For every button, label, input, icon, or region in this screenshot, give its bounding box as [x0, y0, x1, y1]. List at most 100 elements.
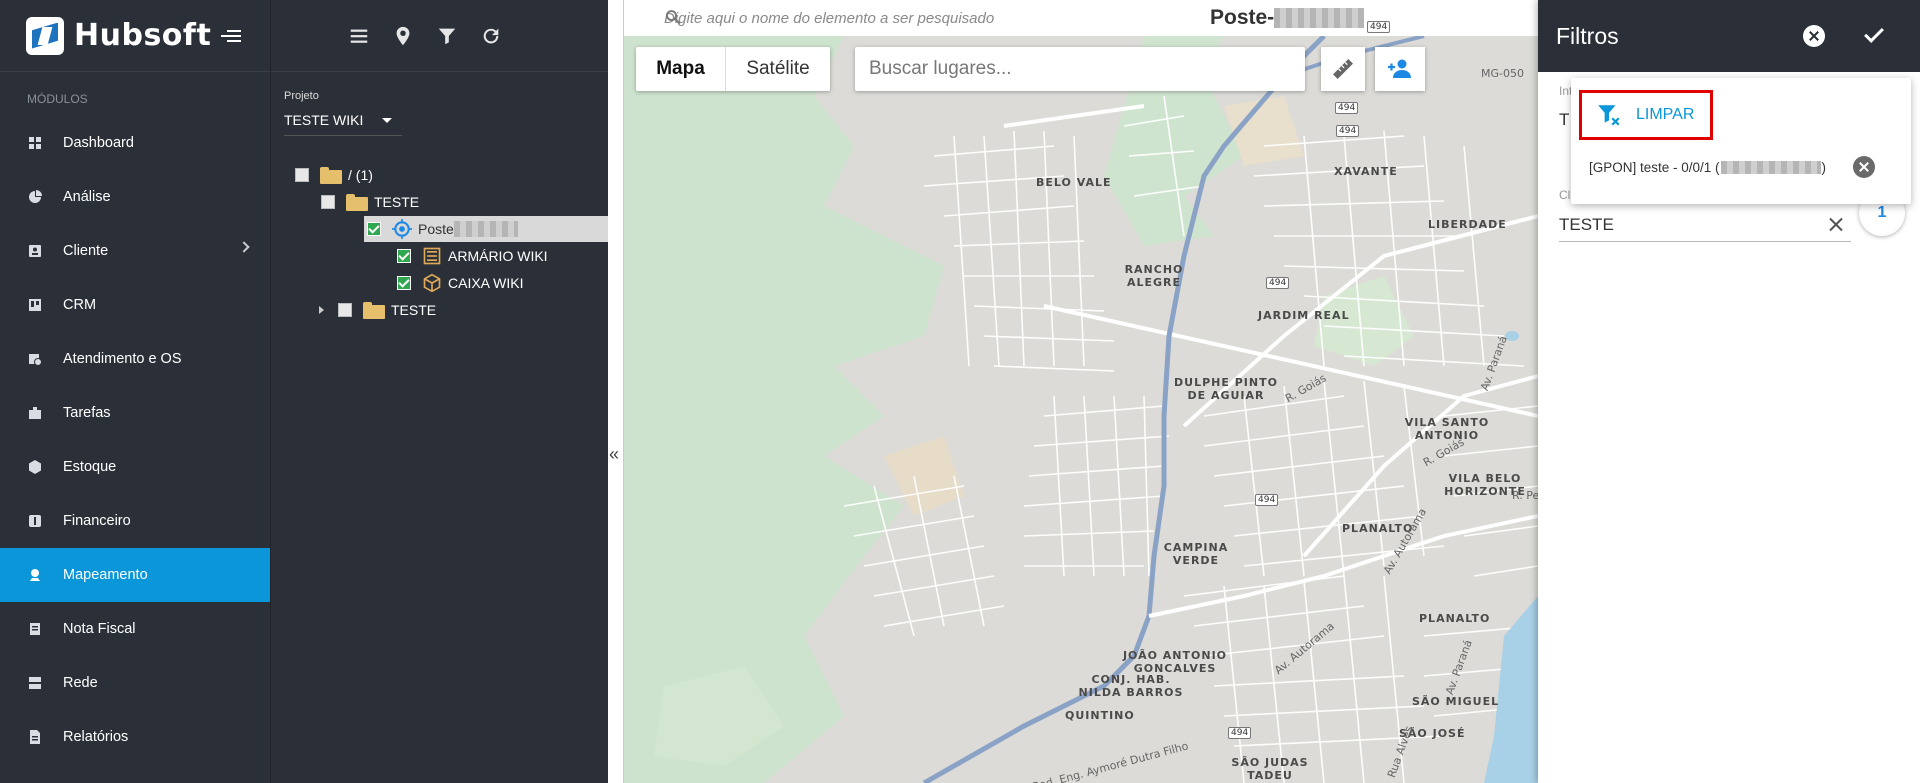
filter-icon[interactable]	[435, 24, 459, 48]
sidebar-item-label: Dashboard	[63, 135, 134, 151]
kanban-board-icon	[28, 298, 42, 312]
map-place-label: VILA SANTO ANTONIO	[1404, 416, 1490, 442]
tree-checkbox[interactable]	[338, 303, 352, 317]
caret-down-icon	[382, 118, 392, 123]
active-filters-popup: LIMPAR [GPON] teste - 0/0/1 ( )	[1571, 78, 1911, 204]
ruler-button[interactable]	[1321, 47, 1365, 91]
map-type-toggle: Mapa Satélite	[636, 47, 830, 91]
folder-icon	[363, 301, 385, 319]
sidebar-item-atendimento-e-os[interactable]: Atendimento e OS	[0, 332, 270, 386]
collapse-tree-icon[interactable]: «	[609, 444, 619, 465]
map-place-label: CAMPINA VERDE	[1163, 541, 1229, 567]
sidebar-item-cliente[interactable]: Cliente	[0, 224, 270, 278]
report-icon	[28, 730, 42, 744]
map-canvas[interactable]	[624, 36, 1538, 783]
map-place-label: SÃO JUDAS TADEU	[1231, 756, 1309, 782]
sidebar-item-tarefas[interactable]: Tarefas	[0, 386, 270, 440]
crosshair-pole-icon	[392, 219, 412, 239]
map-pin-icon	[28, 568, 42, 582]
map-element-search[interactable]: Digite aqui o nome do elemento a ser pes…	[624, 0, 1538, 36]
chevron-right-icon	[238, 241, 250, 253]
tree-node-teste[interactable]: TESTE	[321, 189, 419, 215]
sidebar-item-label: Análise	[63, 189, 111, 205]
folder-icon	[320, 166, 342, 184]
modules-section-label: MÓDULOS	[27, 92, 88, 106]
add-client-button[interactable]	[1375, 47, 1425, 91]
map-marker-icon[interactable]	[391, 24, 415, 48]
tree-node-label: TESTE	[391, 302, 437, 318]
sidebar-item-label: CRM	[63, 297, 97, 313]
sidebar-item-crm[interactable]: CRM	[0, 278, 270, 332]
contact-card-icon	[28, 244, 42, 258]
redacted-text	[1274, 8, 1365, 29]
map-place-label: RANCHO ALEGRE	[1124, 263, 1184, 289]
folder-icon	[346, 193, 368, 211]
expand-arrow-icon[interactable]	[319, 306, 324, 314]
sidebar-item-label: Cliente	[63, 243, 109, 259]
sidebar-item-dashboard[interactable]: Dashboard	[0, 116, 270, 170]
project-select[interactable]: TESTE WIKI	[284, 112, 402, 136]
sidebar-item-label: Nota Fiscal	[63, 621, 136, 637]
sidebar-item-análise[interactable]: Análise	[0, 170, 270, 224]
map-type-map[interactable]: Mapa	[636, 47, 726, 91]
map-place-label: LIBERDADE	[1428, 218, 1507, 231]
map-place-label: SÃO MIGUEL	[1412, 695, 1500, 708]
active-filter-entry: [GPON] teste - 0/0/1 ( )	[1589, 160, 1826, 175]
collapse-sidebar-icon[interactable]	[221, 28, 242, 44]
ruler-icon	[1333, 59, 1353, 79]
tree-node-armario-wiki[interactable]: ARMÁRIO WIKI	[397, 243, 548, 269]
clear-field-icon[interactable]	[1828, 216, 1844, 232]
main-sidebar: Hubsoft MÓDULOS Dashboard Análise Cliente C…	[0, 0, 270, 783]
sidebar-item-label: Estoque	[63, 459, 117, 475]
redacted-text	[453, 221, 518, 237]
tree-checkbox[interactable]	[397, 276, 411, 290]
element-search-placeholder: Digite aqui o nome do elemento a ser pes…	[664, 9, 995, 27]
tree-checkbox[interactable]	[321, 195, 335, 209]
sidebar-item-label: Tarefas	[63, 405, 111, 421]
sidebar-item-mapeamento[interactable]: Mapeamento	[0, 548, 270, 602]
tree-node-root[interactable]: / (1)	[295, 162, 373, 188]
sidebar-item-relatórios[interactable]: Relatórios	[0, 710, 270, 764]
highway-shield: 494	[1336, 125, 1360, 137]
filter-header: Filtros	[1538, 0, 1920, 72]
map-place-label: JOÃO ANTONIO GONCALVES	[1122, 649, 1228, 675]
add-person-icon	[1388, 59, 1411, 78]
logo-text: Hubsoft	[74, 18, 212, 53]
dashboard-icon	[28, 136, 42, 150]
map-road-label: MG-050	[1481, 67, 1524, 80]
sidebar-item-rede[interactable]: Rede	[0, 656, 270, 710]
tree-checkbox[interactable]	[367, 222, 381, 236]
tree-checkbox[interactable]	[397, 249, 411, 263]
tree-checkbox[interactable]	[295, 168, 309, 182]
close-filter-icon[interactable]	[1803, 25, 1825, 47]
filter-clear-icon	[1598, 105, 1620, 126]
map-place-label: DULPHE PINTO DE AGUIAR	[1174, 376, 1278, 402]
sidebar-item-label: Atendimento e OS	[63, 351, 182, 367]
map-type-satellite[interactable]: Satélite	[726, 47, 830, 91]
cube-icon	[28, 460, 42, 474]
tree-node-label: CAIXA WIKI	[448, 275, 524, 291]
highway-shield: 494	[1367, 21, 1391, 33]
search-icon	[666, 10, 681, 25]
places-search-input[interactable]: Buscar lugares...	[855, 47, 1305, 91]
sidebar-item-label: Mapeamento	[63, 567, 148, 583]
clear-filters-button[interactable]: LIMPAR	[1579, 90, 1713, 140]
project-select-value: TESTE WIKI	[284, 112, 364, 128]
client-filter-value: TESTE	[1559, 215, 1614, 234]
element-title-text: Poste-	[1210, 6, 1275, 29]
remove-filter-icon[interactable]	[1853, 156, 1875, 178]
sidebar-item-financeiro[interactable]: Financeiro	[0, 494, 270, 548]
tree-panel: Projeto TESTE WIKI / (1) TESTE Poste ARM…	[270, 0, 609, 783]
refresh-icon[interactable]	[479, 24, 503, 48]
tree-node-poste[interactable]: Poste	[364, 216, 609, 242]
sidebar-item-nota-fiscal[interactable]: Nota Fiscal	[0, 602, 270, 656]
tree-node-teste-2[interactable]: TESTE	[319, 297, 436, 323]
map-place-label: XAVANTE	[1334, 165, 1398, 178]
sidebar-item-estoque[interactable]: Estoque	[0, 440, 270, 494]
map-place-label: BELO VALE	[1036, 176, 1112, 189]
tree-node-caixa-wiki[interactable]: CAIXA WIKI	[397, 270, 523, 296]
project-label: Projeto	[284, 90, 319, 102]
client-filter-input[interactable]: TESTE	[1559, 208, 1851, 242]
menu-icon[interactable]	[347, 24, 371, 48]
tree-node-label: TESTE	[374, 194, 420, 210]
